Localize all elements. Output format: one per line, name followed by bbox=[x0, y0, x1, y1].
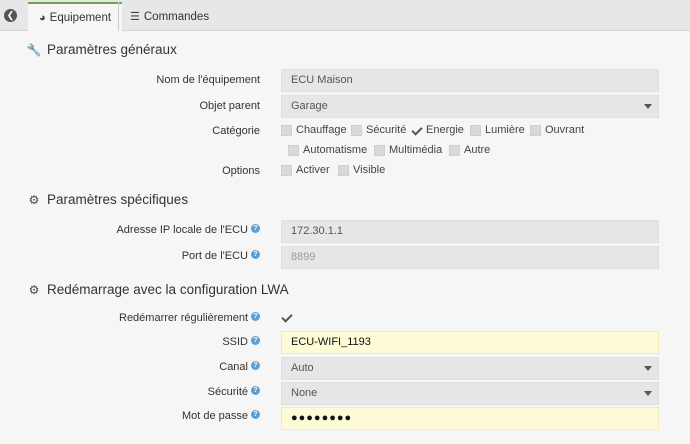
option-visible[interactable]: Visible bbox=[338, 164, 385, 176]
parent-label: Objet parent bbox=[199, 100, 260, 112]
category-energie[interactable]: Energie bbox=[411, 124, 464, 136]
list-icon: ☰ bbox=[130, 11, 140, 23]
chevron-down-icon bbox=[644, 366, 652, 371]
category-label: Catégorie bbox=[212, 125, 260, 137]
section-specific-header: ⚙ Paramètres spécifiques bbox=[25, 192, 188, 207]
checkbox-icon bbox=[281, 124, 292, 136]
category-securite[interactable]: Sécurité bbox=[351, 124, 406, 136]
tab-equipement-label: Equipement bbox=[49, 11, 112, 24]
tachometer-icon: ◕ bbox=[39, 11, 46, 24]
category-lumiere[interactable]: Lumière bbox=[470, 124, 525, 136]
section-general-title: Paramètres généraux bbox=[47, 42, 177, 57]
category-lumiere-label: Lumière bbox=[485, 124, 525, 136]
checkbox-icon bbox=[470, 124, 481, 136]
reboot-checkbox[interactable] bbox=[281, 312, 296, 323]
name-label: Nom de l'équipement bbox=[156, 74, 260, 86]
ssid-label-text: SSID bbox=[222, 336, 248, 348]
checkbox-icon bbox=[338, 164, 349, 176]
category-automatisme[interactable]: Automatisme bbox=[288, 144, 367, 156]
equipment-name-input[interactable]: ECU Maison bbox=[281, 69, 659, 92]
category-autre[interactable]: Autre bbox=[449, 144, 490, 156]
security-label-text: Sécurité bbox=[207, 386, 248, 398]
option-activer-label: Activer bbox=[296, 164, 330, 176]
section-specific-title: Paramètres spécifiques bbox=[47, 192, 189, 207]
wrench-icon: 🔧 bbox=[26, 42, 42, 57]
category-autre-label: Autre bbox=[464, 144, 491, 156]
section-general-header: 🔧 Paramètres généraux bbox=[25, 42, 177, 57]
option-activer[interactable]: Activer bbox=[281, 164, 330, 176]
password-label-text: Mot de passe bbox=[181, 410, 248, 422]
channel-label: Canal? bbox=[219, 361, 260, 373]
checkmark-icon bbox=[281, 312, 292, 323]
parent-object-value: Garage bbox=[291, 100, 328, 112]
help-icon[interactable]: ? bbox=[251, 224, 260, 233]
tab-equipement[interactable]: ◕ Equipement bbox=[28, 2, 123, 31]
category-multimedia-label: Multimédia bbox=[389, 144, 443, 156]
password-label: Mot de passe? bbox=[182, 410, 260, 422]
section-restart-title: Redémarrage avec la configuration LWA bbox=[47, 282, 289, 297]
option-visible-label: Visible bbox=[353, 164, 386, 176]
channel-label-text: Canal bbox=[219, 361, 248, 373]
reboot-label-text: Redémarrer régulièrement bbox=[119, 312, 248, 324]
back-arrow-icon[interactable]: ❮ bbox=[4, 9, 17, 22]
help-icon[interactable]: ? bbox=[251, 336, 260, 345]
checkbox-icon bbox=[281, 164, 292, 176]
parent-object-select[interactable]: Garage bbox=[281, 95, 659, 118]
security-value: None bbox=[291, 387, 318, 399]
chevron-down-icon bbox=[644, 391, 652, 396]
ssid-input[interactable]: ECU-WIFI_1193 bbox=[281, 331, 659, 354]
ip-label-text: Adresse IP locale de l'ECU bbox=[116, 224, 248, 236]
checkbox-icon bbox=[374, 144, 385, 156]
category-ouvrant[interactable]: Ouvrant bbox=[530, 124, 584, 136]
category-chauffage-label: Chauffage bbox=[296, 124, 347, 136]
category-multimedia[interactable]: Multimédia bbox=[374, 144, 442, 156]
help-icon[interactable]: ? bbox=[251, 250, 260, 259]
chevron-down-icon bbox=[644, 104, 652, 109]
help-icon[interactable]: ? bbox=[251, 361, 260, 370]
tab-commandes[interactable]: ☰ Commandes bbox=[118, 2, 220, 31]
help-icon[interactable]: ? bbox=[251, 410, 260, 419]
checkbox-icon bbox=[449, 144, 460, 156]
category-energie-label: Energie bbox=[426, 124, 464, 136]
channel-value: Auto bbox=[291, 362, 314, 374]
section-restart-header: ⚙ Redémarrage avec la configuration LWA bbox=[25, 282, 289, 297]
port-input[interactable]: 8899 bbox=[281, 246, 659, 269]
cogs-icon: ⚙ bbox=[28, 282, 40, 297]
ip-label: Adresse IP locale de l'ECU? bbox=[116, 224, 260, 236]
help-icon[interactable]: ? bbox=[251, 386, 260, 395]
checkmark-icon bbox=[411, 125, 422, 136]
cogs-icon: ⚙ bbox=[28, 192, 40, 207]
tab-bar: ❮ ◕ Equipement ☰ Commandes bbox=[0, 0, 690, 31]
category-securite-label: Sécurité bbox=[366, 124, 407, 136]
reboot-label: Redémarrer régulièrement? bbox=[119, 312, 260, 324]
help-icon[interactable]: ? bbox=[251, 312, 260, 321]
channel-select[interactable]: Auto bbox=[281, 357, 659, 380]
port-label-text: Port de l'ECU bbox=[181, 250, 248, 262]
security-label: Sécurité? bbox=[208, 386, 260, 398]
ip-address-input[interactable]: 172.30.1.1 bbox=[281, 220, 659, 243]
checkbox-icon bbox=[351, 124, 362, 136]
checkbox-icon bbox=[288, 144, 299, 156]
options-label: Options bbox=[222, 165, 260, 177]
password-input[interactable]: ●●●●●●●● bbox=[281, 407, 659, 430]
security-select[interactable]: None bbox=[281, 382, 659, 405]
tab-commandes-label: Commandes bbox=[143, 10, 210, 23]
checkbox-icon bbox=[530, 124, 541, 136]
category-chauffage[interactable]: Chauffage bbox=[281, 124, 347, 136]
category-automatisme-label: Automatisme bbox=[303, 144, 368, 156]
category-ouvrant-label: Ouvrant bbox=[545, 124, 585, 136]
port-label: Port de l'ECU? bbox=[182, 250, 260, 262]
ssid-label: SSID? bbox=[222, 336, 260, 348]
